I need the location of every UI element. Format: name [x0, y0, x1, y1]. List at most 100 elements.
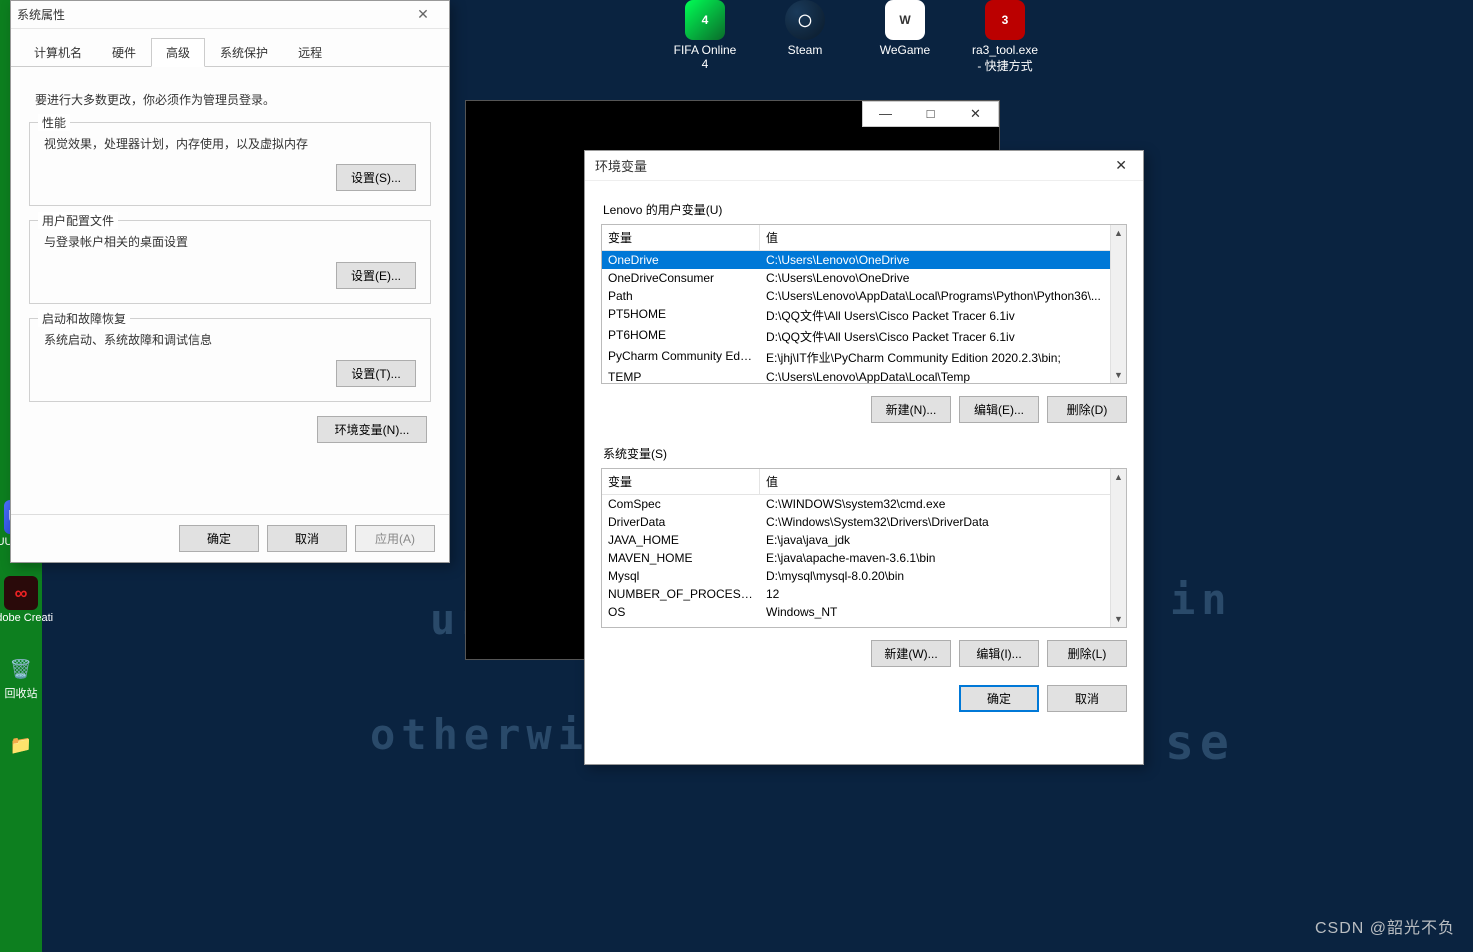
icon-label: 回收站: [5, 688, 38, 700]
scroll-up-icon[interactable]: ▲: [1111, 469, 1126, 485]
titlebar[interactable]: 环境变量 ✕: [585, 151, 1143, 181]
cell-val: C:\Users\Lenovo\AppData\Local\Programs\P…: [760, 287, 1126, 305]
table-row[interactable]: PT6HOMED:\QQ文件\All Users\Cisco Packet Tr…: [602, 326, 1126, 347]
steam-icon: ◯: [785, 0, 825, 40]
delete-sys-var-button[interactable]: 删除(L): [1047, 640, 1127, 667]
maximize-button[interactable]: □: [908, 102, 953, 126]
close-icon[interactable]: ✕: [403, 6, 443, 23]
ok-button[interactable]: 确定: [179, 525, 259, 552]
settings-performance-button[interactable]: 设置(S)...: [336, 164, 416, 191]
icon-label: FIFA Online 4: [670, 43, 740, 71]
cell-val: E:\java\java_jdk: [760, 531, 1126, 549]
col-variable[interactable]: 变量: [602, 469, 760, 494]
table-row[interactable]: NUMBER_OF_PROCESSORS12: [602, 585, 1126, 603]
wallpaper-text: in: [1170, 575, 1233, 624]
desktop-icon-fifa[interactable]: 4 FIFA Online 4: [670, 0, 740, 74]
user-vars-list[interactable]: 变量 值 OneDriveC:\Users\Lenovo\OneDriveOne…: [601, 224, 1127, 384]
group-legend: 启动和故障恢复: [38, 310, 130, 327]
desktop-icon-folder[interactable]: 📁: [2, 728, 40, 764]
icon-label: WeGame: [880, 43, 930, 57]
group-desc: 与登录帐户相关的桌面设置: [44, 233, 416, 250]
close-icon[interactable]: ✕: [1109, 157, 1133, 174]
environment-variables-dialog: 环境变量 ✕ Lenovo 的用户变量(U) 变量 值 OneDriveC:\U…: [584, 150, 1144, 765]
scroll-up-icon[interactable]: ▲: [1111, 225, 1126, 241]
table-row[interactable]: MysqlD:\mysql\mysql-8.0.20\bin: [602, 567, 1126, 585]
watermark: CSDN @韶光不负: [1315, 914, 1455, 938]
new-user-var-button[interactable]: 新建(N)...: [871, 396, 951, 423]
tab-advanced[interactable]: 高级: [151, 38, 205, 67]
desktop-icon-recycle[interactable]: 🗑️ 回收站: [2, 652, 40, 700]
cell-var: Path: [602, 287, 760, 305]
group-desc: 视觉效果，处理器计划，内存使用，以及虚拟内存: [44, 135, 416, 152]
col-value[interactable]: 值: [760, 225, 1126, 250]
cell-var: OS: [602, 603, 760, 621]
close-button[interactable]: ✕: [953, 102, 998, 126]
table-row[interactable]: PyCharm Community Editi...E:\jhj\IT作业\Py…: [602, 347, 1126, 368]
cell-val: E:\jhj\IT作业\PyCharm Community Edition 20…: [760, 347, 1126, 368]
edit-sys-var-button[interactable]: 编辑(I)...: [959, 640, 1039, 667]
table-row[interactable]: MAVEN_HOMEE:\java\apache-maven-3.6.1\bin: [602, 549, 1126, 567]
icon-label: ra3_tool.exe - 快捷方式: [970, 43, 1040, 74]
cell-val: C:\Users\Lenovo\OneDrive: [760, 251, 1126, 269]
edit-user-var-button[interactable]: 编辑(E)...: [959, 396, 1039, 423]
tabs: 计算机名 硬件 高级 系统保护 远程: [11, 29, 449, 67]
desktop-icon-adobe[interactable]: ∞Adobe Creati: [2, 576, 40, 624]
minimize-button[interactable]: —: [863, 102, 908, 126]
wallpaper-text: otherwis: [370, 710, 620, 759]
cancel-button[interactable]: 取消: [267, 525, 347, 552]
scrollbar[interactable]: ▲▼: [1110, 225, 1126, 383]
tab-hardware[interactable]: 硬件: [97, 38, 151, 67]
adobe-icon: ∞: [4, 576, 38, 610]
new-sys-var-button[interactable]: 新建(W)...: [871, 640, 951, 667]
desktop-icon-wegame[interactable]: W WeGame: [870, 0, 940, 74]
scrollbar[interactable]: ▲▼: [1110, 469, 1126, 627]
settings-startup-button[interactable]: 设置(T)...: [336, 360, 416, 387]
user-vars-label: Lenovo 的用户变量(U): [603, 201, 1127, 218]
ok-button[interactable]: 确定: [959, 685, 1039, 712]
settings-profile-button[interactable]: 设置(E)...: [336, 262, 416, 289]
wegame-icon: W: [885, 0, 925, 40]
apply-button[interactable]: 应用(A): [355, 525, 435, 552]
dialog-buttons: 确定 取消 应用(A): [11, 514, 449, 562]
cell-var: NUMBER_OF_PROCESSORS: [602, 585, 760, 603]
titlebar[interactable]: 系统属性 ✕: [11, 1, 449, 29]
table-row[interactable]: DriverDataC:\Windows\System32\Drivers\Dr…: [602, 513, 1126, 531]
cell-var: PT5HOME: [602, 305, 760, 326]
dialog-title: 系统属性: [17, 6, 403, 23]
table-row[interactable]: ComSpecC:\WINDOWS\system32\cmd.exe: [602, 495, 1126, 513]
cell-val: E:\java\apache-maven-3.6.1\bin: [760, 549, 1126, 567]
table-row[interactable]: OSWindows_NT: [602, 603, 1126, 621]
tab-system-protection[interactable]: 系统保护: [205, 38, 283, 67]
list-rows: ComSpecC:\WINDOWS\system32\cmd.exeDriver…: [602, 495, 1126, 628]
table-row[interactable]: JAVA_HOMEE:\java\java_jdk: [602, 531, 1126, 549]
tab-remote[interactable]: 远程: [283, 38, 337, 67]
table-row[interactable]: OneDriveC:\Users\Lenovo\OneDrive: [602, 251, 1126, 269]
cell-val: D:\QQ文件\All Users\Cisco Packet Tracer 6.…: [760, 326, 1126, 347]
dialog-title: 环境变量: [595, 156, 1109, 175]
cancel-button[interactable]: 取消: [1047, 685, 1127, 712]
system-vars-list[interactable]: 变量 值 ComSpecC:\WINDOWS\system32\cmd.exeD…: [601, 468, 1127, 628]
table-row[interactable]: PT5HOMED:\QQ文件\All Users\Cisco Packet Tr…: [602, 305, 1126, 326]
table-row[interactable]: PathC:\Users\Lenovo\AppData\Local\Progra…: [602, 287, 1126, 305]
desktop-icon-ra3[interactable]: 3ra3_tool.exe - 快捷方式: [970, 0, 1040, 74]
scroll-down-icon[interactable]: ▼: [1111, 367, 1126, 383]
cell-var: ComSpec: [602, 495, 760, 513]
delete-user-var-button[interactable]: 删除(D): [1047, 396, 1127, 423]
system-properties-dialog: 系统属性 ✕ 计算机名 硬件 高级 系统保护 远程 要进行大多数更改，你必须作为…: [10, 0, 450, 563]
scroll-down-icon[interactable]: ▼: [1111, 611, 1126, 627]
cell-val: C:\WINDOWS\system32\cmd.exe: [760, 495, 1126, 513]
desktop-icon-steam[interactable]: ◯Steam: [770, 0, 840, 74]
fifa-icon: 4: [685, 0, 725, 40]
table-row[interactable]: TEMPC:\Users\Lenovo\AppData\Local\Temp: [602, 368, 1126, 384]
col-variable[interactable]: 变量: [602, 225, 760, 250]
cell-val: C:\Windows\System32\Drivers\DriverData: [760, 513, 1126, 531]
tab-computer-name[interactable]: 计算机名: [19, 38, 97, 67]
window-controls: — □ ✕: [862, 101, 999, 127]
table-row[interactable]: OneDriveConsumerC:\Users\Lenovo\OneDrive: [602, 269, 1126, 287]
col-value[interactable]: 值: [760, 469, 1126, 494]
recycle-bin-icon: 🗑️: [4, 652, 38, 686]
cell-val: D:\QQ文件\All Users\Cisco Packet Tracer 6.…: [760, 305, 1126, 326]
environment-variables-button[interactable]: 环境变量(N)...: [317, 416, 427, 443]
cell-val: D:\mysql\mysql-8.0.20\bin: [760, 567, 1126, 585]
group-desc: 系统启动、系统故障和调试信息: [44, 331, 416, 348]
